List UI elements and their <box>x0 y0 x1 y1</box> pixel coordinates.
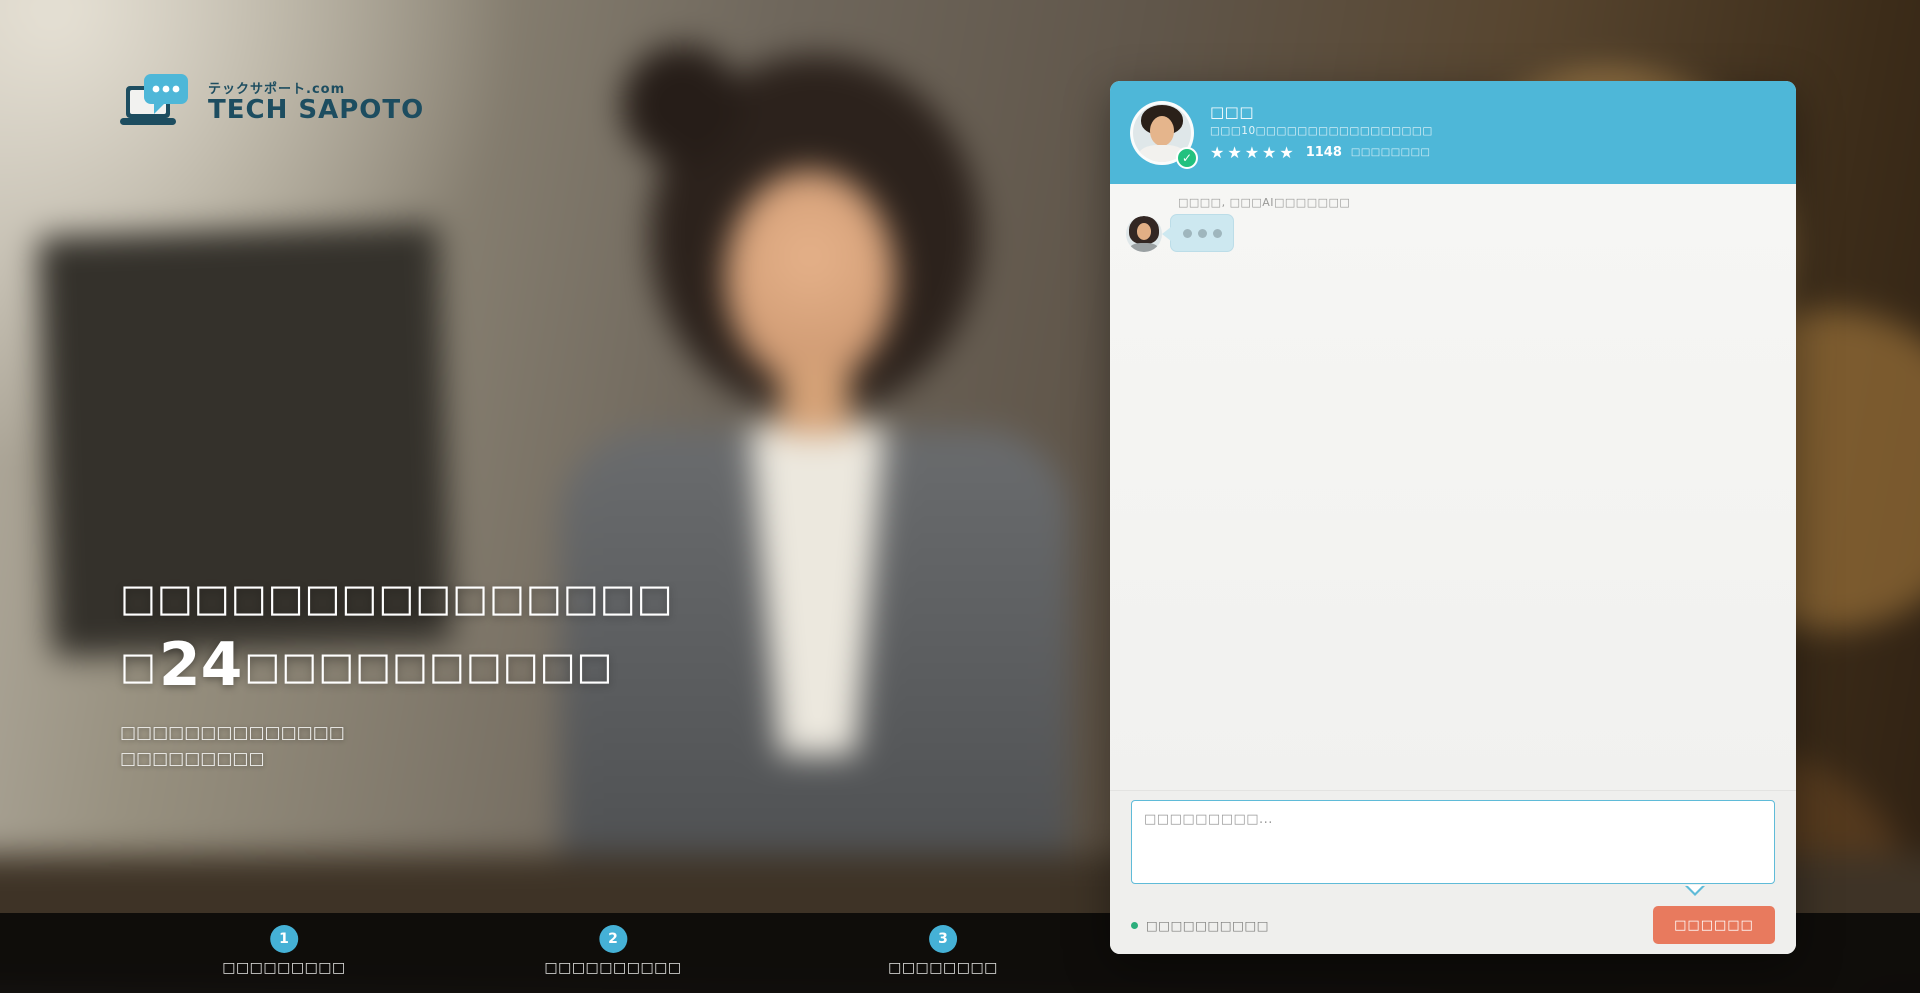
logo-laptop-chat-icon <box>118 72 196 130</box>
step-2-label: □□□□□□□□□□ <box>544 960 681 976</box>
message-avatar <box>1126 216 1162 252</box>
typing-dot <box>1213 229 1222 238</box>
agent-rating: ★★★★★ 1148 □□□□□□□□ <box>1210 143 1433 162</box>
agent-name: □□□ <box>1210 103 1433 121</box>
step-3-number: 3 <box>929 925 957 953</box>
agent-subtitle: □□□10□□□□□□□□□□□□□□□□□ <box>1210 125 1433 137</box>
agent-avatar: ✓ <box>1130 101 1194 165</box>
review-count: 1148 <box>1306 145 1342 160</box>
step-1-number: 1 <box>270 925 298 953</box>
star-rating-icon: ★★★★★ <box>1210 143 1297 162</box>
hero-subtext-line2: □□□□□□□□□ <box>120 746 674 772</box>
message-meta-label: □□□□, □□□AI□□□□□□□ <box>1178 196 1350 209</box>
online-status-dot-icon <box>1131 922 1138 929</box>
send-button[interactable]: □□□□□□ <box>1653 906 1775 944</box>
headline-24: 24 <box>157 630 245 700</box>
step-1-label: □□□□□□□□□ <box>222 960 346 976</box>
step-3: 3 □□□□□□□□ <box>888 925 998 976</box>
chat-message-area: □□□□, □□□AI□□□□□□□ <box>1110 184 1796 790</box>
review-label: □□□□□□□□ <box>1351 147 1431 158</box>
hero-subtext-line1: □□□□□□□□□□□□□□ <box>120 720 674 746</box>
step-3-label: □□□□□□□□ <box>888 960 998 976</box>
typing-indicator-bubble <box>1170 214 1234 252</box>
typing-dot <box>1198 229 1207 238</box>
typing-dot <box>1183 229 1192 238</box>
chat-footer: □□□□□□□□□□ □□□□□□ <box>1110 790 1796 954</box>
hero-subtext: □□□□□□□□□□□□□□ □□□□□□□□□ <box>120 720 674 773</box>
status-hint: □□□□□□□□□□ <box>1131 918 1269 933</box>
hero-text-block: □□□□□□□□□□□□□□□ □24□□□□□□□□□□ □□□□□□□□□□… <box>120 576 674 772</box>
status-hint-label: □□□□□□□□□□ <box>1146 918 1269 933</box>
chat-header: ✓ □□□ □□□10□□□□□□□□□□□□□□□□□ ★★★★★ 1148 … <box>1110 81 1796 184</box>
verified-badge-icon: ✓ <box>1176 147 1198 169</box>
step-2-number: 2 <box>599 925 627 953</box>
step-1: 1 □□□□□□□□□ <box>222 925 346 976</box>
chat-widget: ✓ □□□ □□□10□□□□□□□□□□□□□□□□□ ★★★★★ 1148 … <box>1110 81 1796 954</box>
site-logo[interactable]: テックサポート.com TECH SAPOTO <box>118 72 424 130</box>
headline-line2: □24□□□□□□□□□□ <box>120 632 674 698</box>
logo-en-text: TECH SAPOTO <box>208 97 424 124</box>
step-2: 2 □□□□□□□□□□ <box>544 925 681 976</box>
logo-jp-text: テックサポート.com <box>208 78 345 97</box>
chat-message-input[interactable] <box>1131 800 1775 884</box>
headline-line1: □□□□□□□□□□□□□□□ <box>120 576 674 622</box>
